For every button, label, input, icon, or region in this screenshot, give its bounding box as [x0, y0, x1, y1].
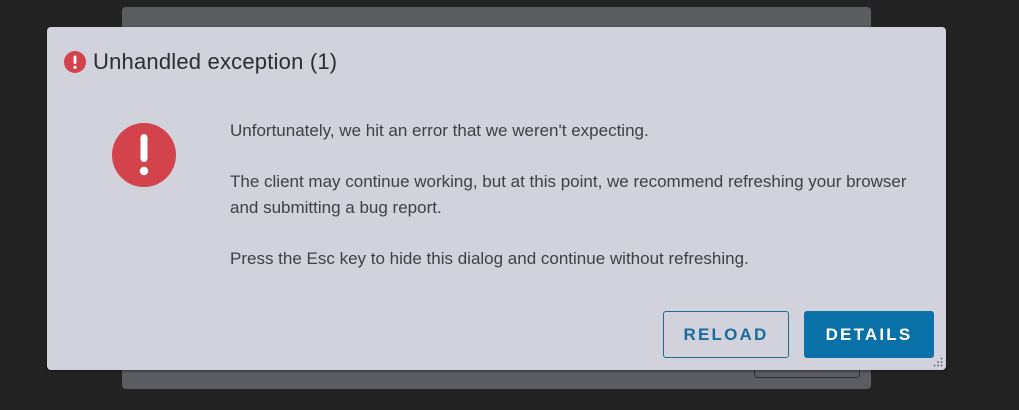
dialog-title: Unhandled exception (1) — [93, 49, 338, 74]
dialog-header: Unhandled exception (1) — [64, 49, 337, 75]
message-paragraph: Unfortunately, we hit an error that we w… — [230, 121, 649, 140]
large-error-icon — [112, 123, 176, 187]
error-dialog: Unhandled exception (1) Unfortunately, w… — [47, 27, 946, 370]
resize-grip-icon[interactable] — [933, 357, 943, 367]
message-paragraph: The client may continue working, but at … — [230, 172, 907, 217]
error-message: Unfortunately, we hit an error that we w… — [230, 118, 910, 297]
details-button[interactable]: DETAILS — [804, 311, 934, 358]
reload-button[interactable]: RELOAD — [663, 311, 789, 358]
error-icon — [64, 51, 86, 73]
message-paragraph: Press the Esc key to hide this dialog an… — [230, 249, 749, 268]
